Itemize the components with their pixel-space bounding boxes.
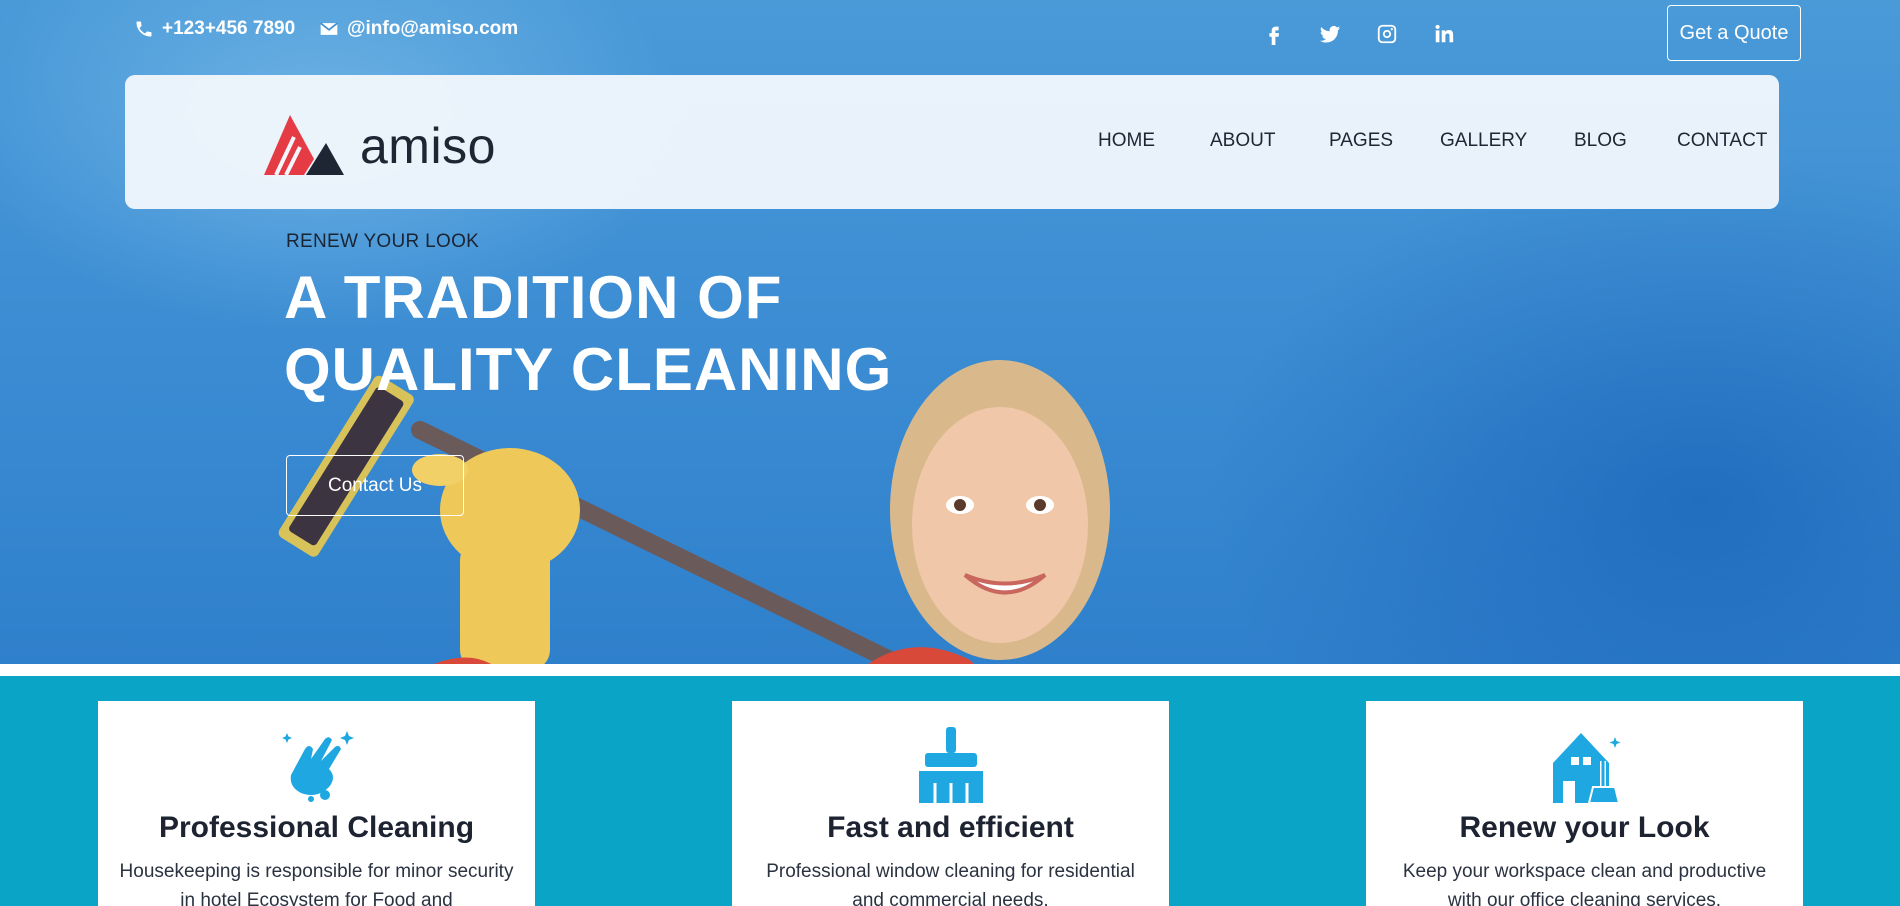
envelope-icon [320,22,338,35]
service-description: Professional window cleaning for residen… [766,861,1135,906]
brand-logo[interactable]: amiso [260,113,496,179]
services-section: Professional Cleaning Housekeeping is re… [0,676,1900,906]
get-quote-button[interactable]: Get a Quote [1667,5,1801,61]
nav-item-about[interactable]: ABOUT [1210,130,1275,152]
house-clean-icon [1545,725,1625,805]
main-navbar: amiso HOME ABOUT PAGES GALLERY BLOG CONT… [125,75,1779,209]
nav-item-gallery[interactable]: GALLERY [1440,130,1527,152]
hero-section: +123+456 7890 @info@amiso.com Get a Quot… [0,0,1900,664]
hand-wash-icon [277,725,357,805]
phone-number: +123+456 7890 [162,18,296,39]
contact-us-button[interactable]: Contact Us [286,455,464,516]
service-card-professional-cleaning[interactable]: Professional Cleaning Housekeeping is re… [98,701,535,906]
linkedin-icon[interactable] [1430,20,1458,48]
service-title: Renew your Look [1459,811,1710,844]
service-title: Professional Cleaning [158,811,475,844]
service-description: Keep your workspace clean and productive… [1402,861,1767,906]
instagram-icon[interactable] [1373,20,1401,48]
brand-name: amiso [360,118,496,174]
nav-item-pages[interactable]: PAGES [1329,130,1393,152]
nav-item-contact[interactable]: CONTACT [1677,130,1767,152]
facebook-icon[interactable] [1260,20,1288,48]
service-title: Fast and efficient [827,811,1074,844]
brush-icon [911,725,991,805]
service-description: Housekeeping is responsible for minor se… [119,861,514,906]
nav-item-blog[interactable]: BLOG [1574,130,1627,152]
phone-icon [136,21,152,37]
email-contact[interactable]: @info@amiso.com [319,18,518,40]
service-card-renew-look[interactable]: Renew your Look Keep your workspace clea… [1366,701,1803,906]
hero-eyebrow: RENEW YOUR LOOK [286,231,480,252]
twitter-icon[interactable] [1316,20,1344,48]
amiso-logo-icon [264,115,344,176]
hero-headline-line2: QUALITY CLEANING [284,336,893,403]
service-card-fast-efficient[interactable]: Fast and efficient Professional window c… [732,701,1169,906]
nav-item-home[interactable]: HOME [1098,130,1155,152]
hero-headline-line1: A TRADITION OF [284,264,783,331]
topbar: +123+456 7890 @info@amiso.com Get a Quot… [0,0,1900,70]
phone-contact[interactable]: +123+456 7890 [134,18,295,40]
email-address: @info@amiso.com [347,18,519,39]
section-divider [0,664,1900,676]
hero-headline: A TRADITION OF QUALITY CLEANING [284,262,892,406]
